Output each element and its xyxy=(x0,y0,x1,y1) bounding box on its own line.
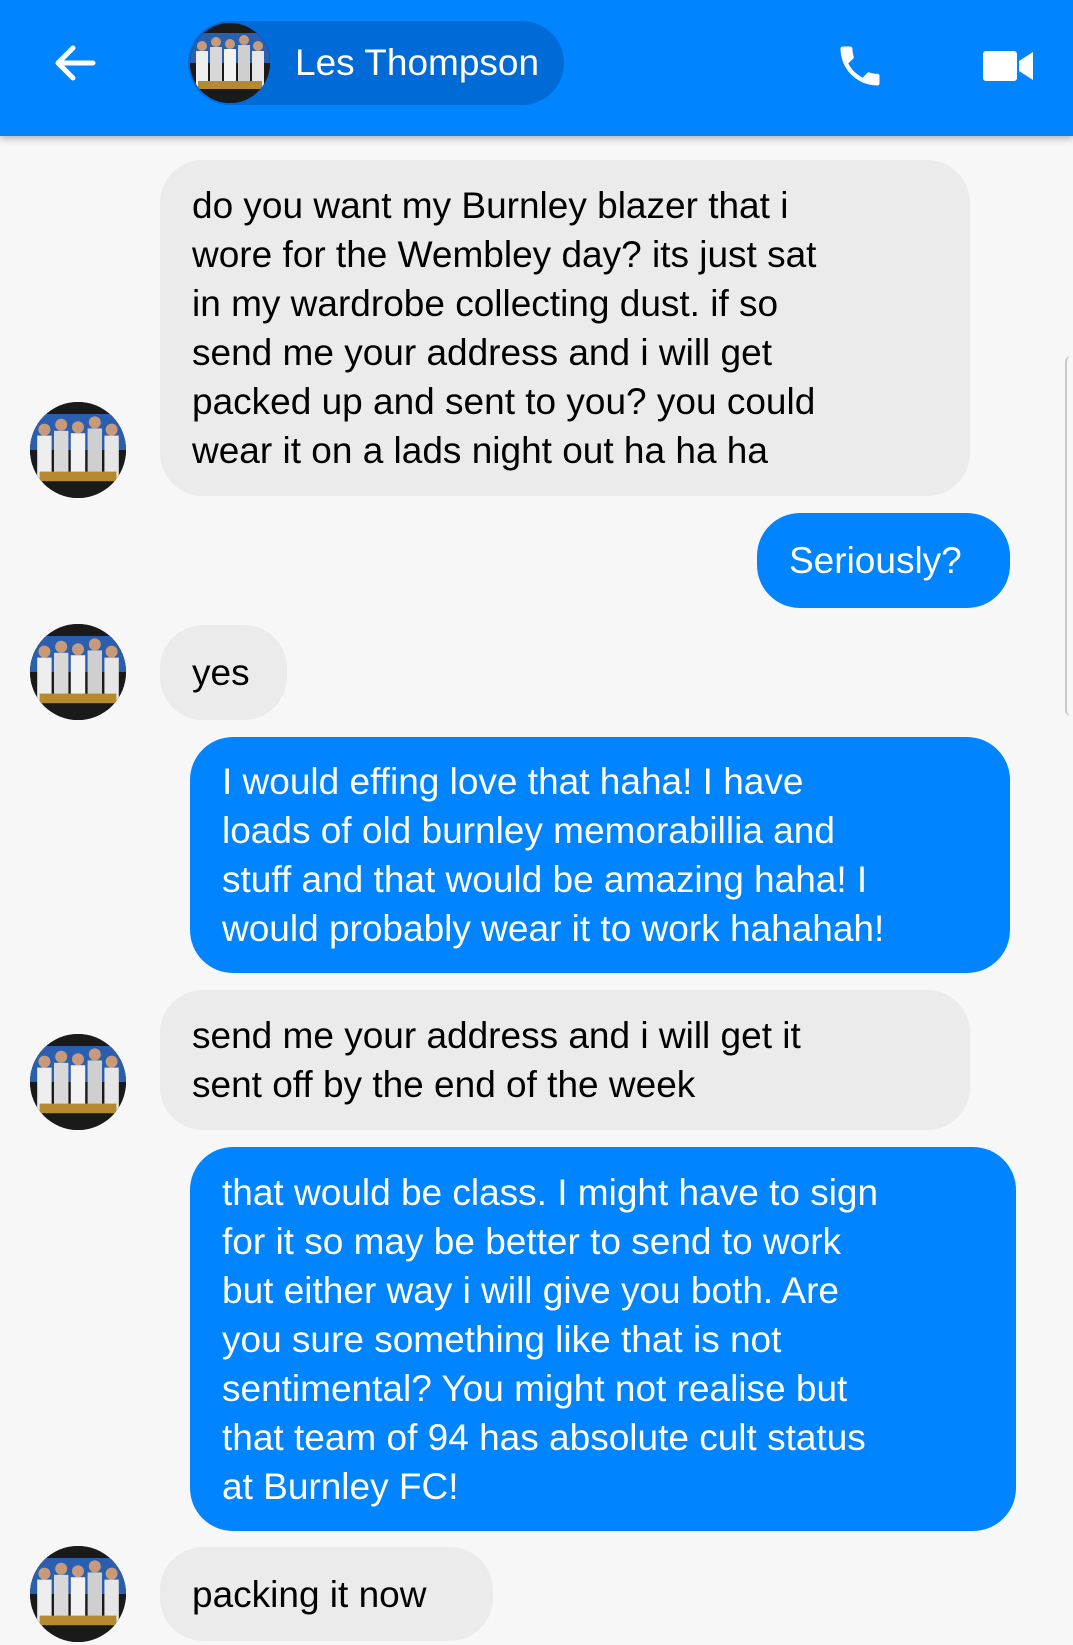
arrow-left-icon xyxy=(55,45,96,81)
outgoing-message-bubble[interactable]: Seriously? xyxy=(757,513,1010,608)
incoming-message-bubble[interactable]: do you want my Burnley blazer that i wor… xyxy=(160,160,970,496)
back-button[interactable] xyxy=(40,28,110,98)
outgoing-message-bubble[interactable]: that would be class. I might have to sig… xyxy=(190,1147,1016,1531)
video-camera-icon xyxy=(983,51,1033,81)
video-call-button[interactable] xyxy=(968,28,1048,104)
contact-avatar xyxy=(30,1034,126,1130)
contact-name: Les Thompson xyxy=(295,42,540,83)
incoming-message-bubble[interactable]: yes xyxy=(160,625,287,720)
contact-info-button[interactable]: Les Thompson xyxy=(188,21,564,105)
scroll-edge-indicator[interactable] xyxy=(1065,356,1073,716)
voice-call-button[interactable] xyxy=(822,28,898,104)
outgoing-message-bubble[interactable]: I would effing love that haha! I have lo… xyxy=(190,737,1010,973)
contact-avatar xyxy=(30,624,126,720)
conversation-header: Les Thompson xyxy=(0,0,1073,136)
contact-avatar xyxy=(30,1546,126,1642)
contact-avatar xyxy=(190,23,270,103)
incoming-message-bubble[interactable]: send me your address and i will get it s… xyxy=(160,990,970,1130)
phone-icon xyxy=(840,46,880,86)
incoming-message-bubble[interactable]: packing it now xyxy=(160,1547,493,1641)
contact-avatar xyxy=(30,402,126,498)
